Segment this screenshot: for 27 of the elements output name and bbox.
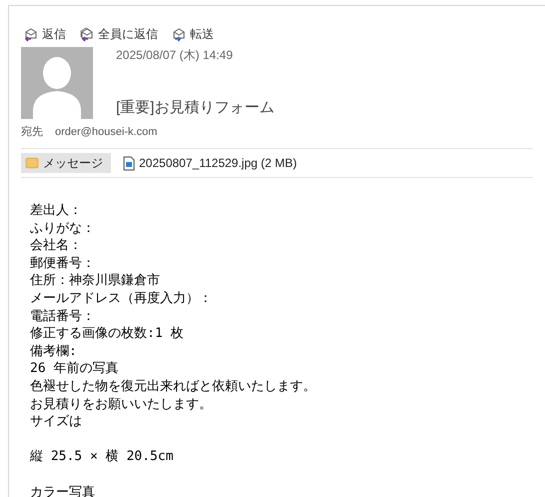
body-line: 郵便番号： — [30, 254, 95, 272]
recipient-label: 宛先 — [21, 124, 43, 140]
body-line: お見積りをお願いいたします。 — [30, 396, 212, 414]
body-line: 縦 25.5 × 横 20.5cm — [30, 448, 174, 466]
envelope-arrow-icon — [22, 26, 38, 42]
body-line: メールアドレス（再度入力）： — [30, 290, 212, 308]
email-subject: [重要]お見積りフォーム — [116, 98, 274, 118]
image-file-icon — [123, 156, 135, 170]
toolbar-button[interactable]: 転送 — [170, 25, 214, 43]
attachment-tab[interactable]: 20250807_112529.jpg (2 MB) — [119, 153, 301, 173]
body-line: 住所：神奈川県鎌倉市 — [30, 272, 160, 290]
toolbar-button[interactable]: 全員に返信 — [78, 25, 158, 43]
recipient-address: order@housei-k.com — [55, 124, 158, 140]
body-line: 修正する画像の枚数:1 枚 — [30, 325, 184, 343]
toolbar-button[interactable]: 返信 — [22, 25, 66, 43]
body-line: 備考欄: — [30, 342, 77, 360]
body-line: 電話番号： — [30, 308, 95, 326]
body-line: 差出人： — [30, 202, 82, 220]
attachment-tab[interactable]: メッセージ — [21, 153, 111, 173]
body-line: 会社名： — [30, 237, 82, 255]
body-line: サイズは — [30, 413, 82, 431]
avatar-placeholder — [21, 47, 93, 119]
body-line: 26 年前の写真 — [30, 360, 118, 378]
body-line: ふりがな： — [30, 220, 95, 238]
body-line: 色褪せした物を復元出来ればと依頼いたします。 — [30, 378, 316, 396]
sent-date: 2025/08/07 (木) 14:49 — [116, 49, 234, 61]
envelope-arrow-icon — [78, 26, 94, 42]
